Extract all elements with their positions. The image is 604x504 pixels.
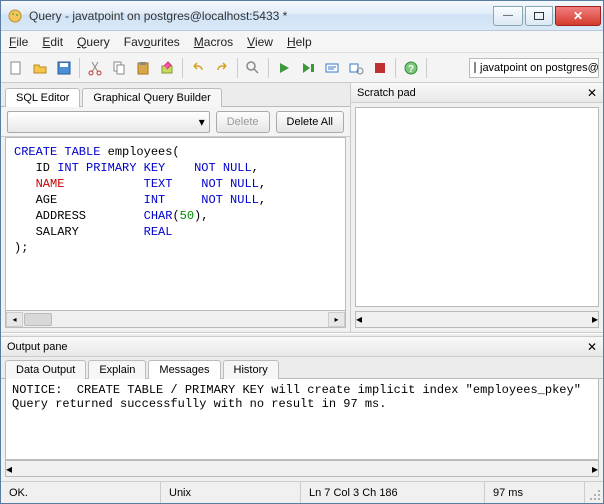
menu-view[interactable]: View — [247, 35, 273, 49]
tab-explain[interactable]: Explain — [88, 360, 146, 379]
minimize-button[interactable]: — — [493, 6, 523, 26]
help-icon[interactable]: ? — [400, 57, 422, 79]
delete-all-button[interactable]: Delete All — [276, 111, 344, 133]
window-controls: — ✕ — [491, 6, 601, 26]
toolbar: ? javatpoint on postgres@lo — [1, 53, 603, 83]
scratch-pad-textarea[interactable] — [355, 107, 599, 307]
scratch-pad-title: Scratch pad — [357, 87, 416, 99]
open-icon[interactable] — [29, 57, 51, 79]
paste-icon[interactable] — [132, 57, 154, 79]
menu-favourites[interactable]: Favourites — [124, 35, 180, 49]
window-title: Query - javatpoint on postgres@localhost… — [29, 9, 491, 23]
scratch-close-icon[interactable]: ✕ — [587, 86, 597, 100]
previous-queries-combo[interactable]: ▾ — [7, 111, 210, 133]
menu-file[interactable]: File — [9, 35, 28, 49]
new-icon[interactable] — [5, 57, 27, 79]
connection-checkbox-icon — [474, 62, 476, 73]
mid-row: SQL Editor Graphical Query Builder ▾ Del… — [1, 83, 603, 333]
find-icon[interactable] — [242, 57, 264, 79]
query-window: Query - javatpoint on postgres@localhost… — [0, 0, 604, 504]
scratch-pad-header: Scratch pad ✕ — [351, 83, 603, 103]
copy-icon[interactable] — [108, 57, 130, 79]
editor-hscrollbar[interactable]: ◂ ▸ — [5, 311, 346, 328]
menubar: File Edit Query Favourites Macros View H… — [1, 31, 603, 53]
output-messages-body[interactable]: NOTICE: CREATE TABLE / PRIMARY KEY will … — [5, 379, 599, 460]
maximize-button[interactable] — [525, 6, 553, 26]
undo-icon[interactable] — [187, 57, 209, 79]
connection-label: javatpoint on postgres@lo — [480, 62, 599, 74]
scroll-right-icon[interactable]: ▸ — [592, 462, 598, 476]
explain-analyze-icon[interactable] — [345, 57, 367, 79]
output-tabs: Data Output Explain Messages History — [1, 357, 603, 379]
editor-pane: SQL Editor Graphical Query Builder ▾ Del… — [1, 83, 351, 332]
explain-icon[interactable] — [321, 57, 343, 79]
titlebar: Query - javatpoint on postgres@localhost… — [1, 1, 603, 31]
scroll-right-icon[interactable]: ▸ — [328, 312, 345, 327]
cut-icon[interactable] — [84, 57, 106, 79]
tab-sql-editor[interactable]: SQL Editor — [5, 88, 80, 107]
scroll-left-icon[interactable]: ◂ — [6, 462, 12, 476]
output-pane-title: Output pane — [7, 341, 68, 353]
dropdown-icon: ▾ — [199, 115, 205, 129]
save-icon[interactable] — [53, 57, 75, 79]
menu-macros[interactable]: Macros — [194, 35, 233, 49]
scroll-track[interactable] — [362, 312, 592, 327]
status-position: Ln 7 Col 3 Ch 186 — [301, 482, 485, 503]
status-encoding: Unix — [161, 482, 301, 503]
output-hscrollbar[interactable]: ◂ ▸ — [5, 460, 599, 477]
tab-history[interactable]: History — [223, 360, 279, 379]
redo-icon[interactable] — [211, 57, 233, 79]
statusbar: OK. Unix Ln 7 Col 3 Ch 186 97 ms — [1, 481, 603, 503]
status-time: 97 ms — [485, 482, 585, 503]
svg-text:?: ? — [408, 64, 414, 75]
output-close-icon[interactable]: ✕ — [587, 340, 597, 354]
status-ok: OK. — [1, 482, 161, 503]
app-icon — [7, 8, 23, 24]
menu-query[interactable]: Query — [77, 35, 110, 49]
editor-toolbar: ▾ Delete Delete All — [1, 107, 350, 137]
connection-combo[interactable]: javatpoint on postgres@lo — [469, 58, 599, 78]
sql-code-editor[interactable]: CREATE TABLE employees( ID INT PRIMARY K… — [5, 137, 346, 311]
scroll-left-icon[interactable]: ◂ — [6, 312, 23, 327]
scroll-thumb[interactable] — [24, 313, 52, 326]
output-pane: Output pane ✕ Data Output Explain Messag… — [1, 337, 603, 481]
cancel-icon[interactable] — [369, 57, 391, 79]
scratch-hscrollbar[interactable]: ◂ ▸ — [355, 311, 599, 328]
scratch-pad-pane: Scratch pad ✕ ◂ ▸ — [351, 83, 603, 332]
resize-grip-icon[interactable] — [585, 482, 603, 503]
editor-tabs: SQL Editor Graphical Query Builder — [1, 83, 350, 107]
tab-graphical-query-builder[interactable]: Graphical Query Builder — [82, 88, 221, 107]
clear-icon[interactable] — [156, 57, 178, 79]
tab-messages[interactable]: Messages — [148, 360, 220, 379]
close-button[interactable]: ✕ — [555, 6, 601, 26]
menu-help[interactable]: Help — [287, 35, 312, 49]
menu-edit[interactable]: Edit — [42, 35, 63, 49]
execute-icon[interactable] — [273, 57, 295, 79]
delete-button[interactable]: Delete — [216, 111, 270, 133]
output-pane-header: Output pane ✕ — [1, 337, 603, 357]
tab-data-output[interactable]: Data Output — [5, 360, 86, 379]
execute-pgscript-icon[interactable] — [297, 57, 319, 79]
scroll-right-icon[interactable]: ▸ — [592, 312, 598, 327]
